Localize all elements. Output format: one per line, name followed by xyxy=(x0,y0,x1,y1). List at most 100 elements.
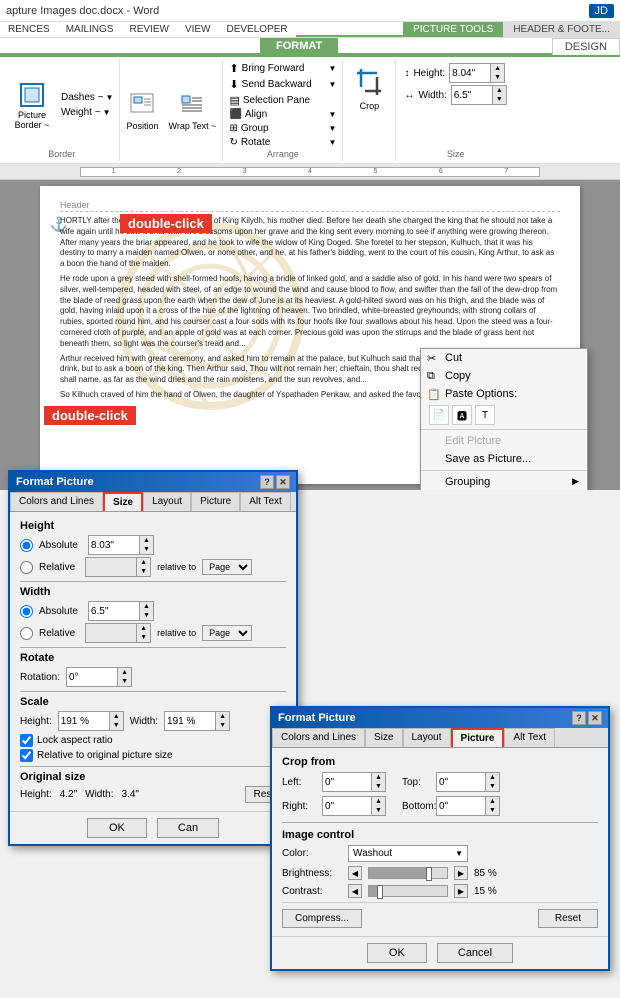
brightness-left[interactable]: ◀ xyxy=(348,866,362,880)
dialog2-tab-colors[interactable]: Colors and Lines xyxy=(272,728,365,747)
right-up[interactable]: ▲ xyxy=(372,797,385,806)
width-rel-up[interactable]: ▲ xyxy=(137,624,150,633)
dialog1-tab-layout[interactable]: Layout xyxy=(143,492,191,511)
dialog2-reset-button[interactable]: Reset xyxy=(538,909,598,928)
height-rel-down[interactable]: ▼ xyxy=(137,567,150,576)
dialog2-tab-size[interactable]: Size xyxy=(365,728,402,747)
weight-button[interactable]: Weight ~ ▼ xyxy=(59,106,115,119)
right-input[interactable]: ▲ ▼ xyxy=(322,796,386,816)
left-up[interactable]: ▲ xyxy=(372,773,385,782)
tab-format-active[interactable]: FORMAT xyxy=(260,38,338,55)
send-backward-button[interactable]: ⬇ Send Backward ▼ xyxy=(227,77,338,92)
context-menu-item-cut[interactable]: ✂ Cut xyxy=(421,349,587,367)
height-abs-down[interactable]: ▼ xyxy=(140,545,153,554)
context-menu-item-save-as-picture[interactable]: Save as Picture... xyxy=(421,450,587,468)
context-menu-item-copy[interactable]: ⧉ Copy xyxy=(421,367,587,385)
height-relative-input[interactable]: ▲ ▼ xyxy=(85,557,151,577)
contrast-right[interactable]: ▶ xyxy=(454,884,468,898)
position-button[interactable]: Position xyxy=(122,87,162,135)
wrap-text-button[interactable]: Wrap Text ~ xyxy=(164,87,220,135)
width-rel-down[interactable]: ▼ xyxy=(137,633,150,642)
dialog2-help-btn[interactable]: ? xyxy=(572,711,586,725)
context-menu-item-paste[interactable]: 📋 Paste Options: xyxy=(421,385,587,403)
width-down[interactable]: ▼ xyxy=(493,95,506,104)
tab-view[interactable]: VIEW xyxy=(177,22,219,37)
top-down[interactable]: ▼ xyxy=(486,782,499,791)
brightness-right[interactable]: ▶ xyxy=(454,866,468,880)
bring-forward-button[interactable]: ⬆ Bring Forward ▼ xyxy=(227,61,338,76)
dialog1-help-btn[interactable]: ? xyxy=(260,475,274,489)
width-relative-input[interactable]: ▲ ▼ xyxy=(85,623,151,643)
tab-design[interactable]: DESIGN xyxy=(552,38,620,55)
width-absolute-input[interactable]: ▲ ▼ xyxy=(88,601,154,621)
width-relative-radio[interactable] xyxy=(20,627,33,640)
dialog2-cancel-button[interactable]: Cancel xyxy=(437,943,513,963)
dialog2-tab-layout[interactable]: Layout xyxy=(403,728,451,747)
context-menu-item-grouping[interactable]: Grouping ▶ xyxy=(421,473,587,490)
scale-h-up[interactable]: ▲ xyxy=(110,712,123,721)
top-input[interactable]: ▲ ▼ xyxy=(436,772,500,792)
left-input[interactable]: ▲ ▼ xyxy=(322,772,386,792)
lock-aspect-checkbox[interactable] xyxy=(20,734,33,747)
relative-original-checkbox[interactable] xyxy=(20,749,33,762)
tab-header-footer[interactable]: HEADER & FOOTE... xyxy=(503,22,620,37)
rotation-input[interactable]: ▲ ▼ xyxy=(66,667,132,687)
rotate-button[interactable]: ↻ Rotate ▼ xyxy=(227,136,338,149)
dialog1-tab-alttext[interactable]: Alt Text xyxy=(240,492,291,511)
brightness-slider[interactable] xyxy=(368,867,448,879)
group-button[interactable]: ⊞ Group ▼ xyxy=(227,122,338,135)
height-relative-to-select[interactable]: Page xyxy=(202,559,252,575)
dialog1-close-btn[interactable]: ✕ xyxy=(276,475,290,489)
width-abs-up[interactable]: ▲ xyxy=(140,602,153,611)
height-down[interactable]: ▼ xyxy=(491,73,504,82)
scale-width-input[interactable]: ▲ ▼ xyxy=(164,711,230,731)
width-up[interactable]: ▲ xyxy=(493,86,506,95)
crop-button[interactable]: Crop xyxy=(349,61,389,161)
dialog1-tab-picture[interactable]: Picture xyxy=(191,492,240,511)
bottom-down[interactable]: ▼ xyxy=(486,806,499,815)
dialog2-ok-button[interactable]: OK xyxy=(367,943,427,963)
align-button[interactable]: ⬛ Align ▼ xyxy=(227,108,338,121)
tab-picture-tools[interactable]: PICTURE TOOLS xyxy=(403,22,503,37)
width-relative-to-select[interactable]: Page xyxy=(202,625,252,641)
tab-review[interactable]: REVIEW xyxy=(121,22,176,37)
picture-border-button[interactable]: Picture Border ~ xyxy=(8,75,56,135)
dialog2-tab-picture[interactable]: Picture xyxy=(451,728,505,747)
bottom-up[interactable]: ▲ xyxy=(486,797,499,806)
height-absolute-radio[interactable] xyxy=(20,539,33,552)
width-abs-down[interactable]: ▼ xyxy=(140,611,153,620)
height-rel-up[interactable]: ▲ xyxy=(137,558,150,567)
height-abs-up[interactable]: ▲ xyxy=(140,536,153,545)
rotation-up[interactable]: ▲ xyxy=(118,668,131,677)
scale-h-down[interactable]: ▼ xyxy=(110,721,123,730)
bottom-input[interactable]: ▲ ▼ xyxy=(436,796,500,816)
dialog1-cancel-button[interactable]: Can xyxy=(157,818,219,838)
dashes-button[interactable]: Dashes ~ ▼ xyxy=(59,91,115,104)
scale-w-up[interactable]: ▲ xyxy=(216,712,229,721)
height-absolute-input[interactable]: ▲ ▼ xyxy=(88,535,154,555)
width-absolute-radio[interactable] xyxy=(20,605,33,618)
tab-rences[interactable]: RENCES xyxy=(0,22,58,37)
height-relative-radio[interactable] xyxy=(20,561,33,574)
contrast-slider[interactable] xyxy=(368,885,448,897)
rotation-down[interactable]: ▼ xyxy=(118,677,131,686)
dialog1-tab-size[interactable]: Size xyxy=(103,492,143,511)
width-input[interactable]: 6.5" ▲ ▼ xyxy=(451,85,507,105)
dialog2-tab-alttext[interactable]: Alt Text xyxy=(504,728,555,747)
dialog1-ok-button[interactable]: OK xyxy=(87,818,147,838)
scale-w-down[interactable]: ▼ xyxy=(216,721,229,730)
color-dropdown[interactable]: Washout ▼ xyxy=(348,845,468,862)
scale-height-input[interactable]: ▲ ▼ xyxy=(58,711,124,731)
top-up[interactable]: ▲ xyxy=(486,773,499,782)
height-up[interactable]: ▲ xyxy=(491,64,504,73)
context-menu-item-edit-picture[interactable]: Edit Picture xyxy=(421,432,587,450)
dialog1-tab-colors[interactable]: Colors and Lines xyxy=(10,492,103,511)
tab-mailings[interactable]: MAILINGS xyxy=(58,22,122,37)
tab-developer[interactable]: DEVELOPER xyxy=(219,22,296,37)
left-down[interactable]: ▼ xyxy=(372,782,385,791)
dialog2-close-btn[interactable]: ✕ xyxy=(588,711,602,725)
contrast-left[interactable]: ◀ xyxy=(348,884,362,898)
compress-button[interactable]: Compress... xyxy=(282,909,362,928)
selection-pane-button[interactable]: ▤ Selection Pane xyxy=(227,93,338,108)
height-input[interactable]: 8.04" ▲ ▼ xyxy=(449,63,505,83)
